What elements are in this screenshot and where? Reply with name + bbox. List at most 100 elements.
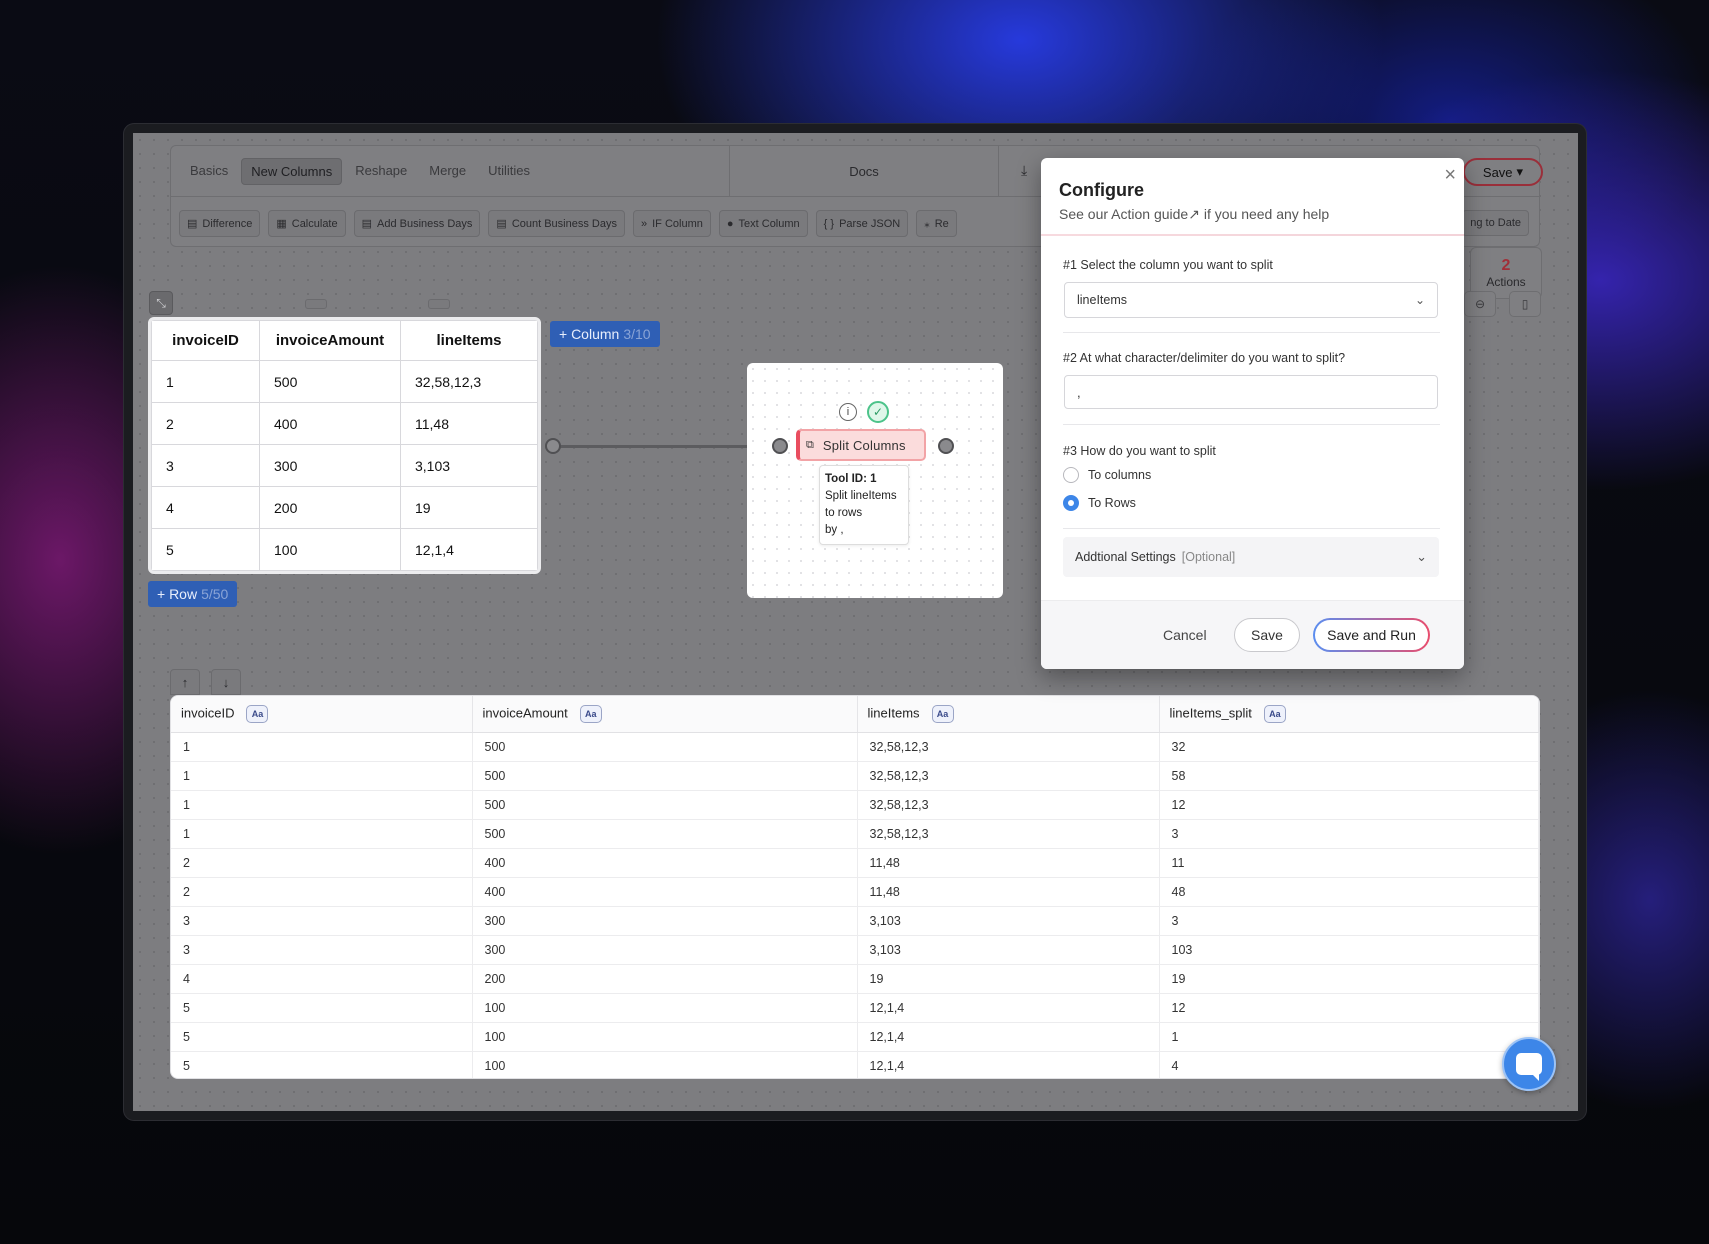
table-cell[interactable]: 3	[1159, 819, 1539, 849]
table-cell[interactable]: 12,1,4	[857, 993, 1160, 1023]
table-cell[interactable]: 12,1,4	[400, 528, 538, 571]
table-cell[interactable]: 200	[472, 964, 858, 994]
action-calculate[interactable]: ▦ Calculate	[268, 210, 346, 237]
info-icon[interactable]: i	[839, 403, 857, 421]
additional-settings-accordion[interactable]: Addtional Settings [Optional] ⌄	[1063, 537, 1439, 577]
table-cell[interactable]: 3	[151, 444, 260, 487]
radio-to-rows[interactable]: To Rows	[1063, 495, 1136, 511]
table-cell[interactable]: 3	[171, 935, 473, 965]
column-handle[interactable]	[305, 299, 327, 309]
add-row-button[interactable]: + Row 5/50	[148, 581, 238, 607]
table-cell[interactable]: 1	[1159, 1022, 1539, 1052]
chat-support-button[interactable]	[1502, 1037, 1556, 1091]
cancel-button[interactable]: Cancel	[1153, 619, 1217, 651]
table-cell[interactable]: 32,58,12,3	[857, 732, 1160, 762]
table-cell[interactable]: 1	[151, 360, 260, 403]
table-cell[interactable]: 500	[472, 819, 858, 849]
tab-reshape[interactable]: Reshape	[346, 158, 416, 185]
column-select[interactable]: lineItems ⌄	[1064, 282, 1438, 318]
arrow-up-icon[interactable]: ↑	[170, 669, 200, 695]
table-cell[interactable]: 500	[259, 360, 401, 403]
table-cell[interactable]: 4	[1159, 1051, 1539, 1078]
table-cell[interactable]: 3,103	[400, 444, 538, 487]
table-cell[interactable]: 100	[472, 1022, 858, 1052]
table-cell[interactable]: 2	[171, 848, 473, 878]
table-cell[interactable]: 19	[400, 486, 538, 529]
map-icon[interactable]: ▯	[1509, 291, 1541, 317]
table-cell[interactable]: 400	[472, 877, 858, 907]
table-cell[interactable]: 32,58,12,3	[857, 790, 1160, 820]
radio-to-columns[interactable]: To columns	[1063, 467, 1151, 483]
arrow-down-icon[interactable]: ↓	[211, 669, 241, 695]
table-cell[interactable]: 4	[151, 486, 260, 529]
action-parse-json[interactable]: { } Parse JSON	[815, 210, 909, 237]
tab-utilities[interactable]: Utilities	[479, 158, 539, 185]
table-cell[interactable]: 500	[472, 732, 858, 762]
action-difference[interactable]: ▤ Difference	[179, 210, 261, 237]
table-cell[interactable]: 2	[151, 402, 260, 445]
action-add-business-days[interactable]: ▤ Add Business Days	[353, 210, 481, 237]
action-string-to-date[interactable]: ng to Date	[1462, 210, 1529, 236]
header-invoiceid[interactable]: invoiceID	[151, 320, 260, 361]
table-cell[interactable]: 100	[259, 528, 401, 571]
results-header[interactable]: invoiceID Aa	[171, 696, 473, 733]
add-column-button[interactable]: + Column 3/10	[550, 321, 660, 347]
tab-basics[interactable]: Basics	[181, 158, 237, 185]
output-port[interactable]	[938, 438, 954, 454]
table-cell[interactable]: 1	[171, 732, 473, 762]
table-cell[interactable]: 400	[472, 848, 858, 878]
save-workflow-button[interactable]: Save ▾	[1463, 158, 1543, 186]
collapse-icon[interactable]: ⤡	[149, 291, 173, 315]
action-count-business-days[interactable]: ▤ Count Business Days	[488, 210, 625, 237]
table-cell[interactable]: 11,48	[400, 402, 538, 445]
table-cell[interactable]: 48	[1159, 877, 1539, 907]
table-cell[interactable]: 32,58,12,3	[857, 761, 1160, 791]
header-invoiceamount[interactable]: invoiceAmount	[259, 320, 401, 361]
table-cell[interactable]: 32,58,12,3	[857, 819, 1160, 849]
table-cell[interactable]: 400	[259, 402, 401, 445]
table-cell[interactable]: 11	[1159, 848, 1539, 878]
table-cell[interactable]: 11,48	[857, 877, 1160, 907]
table-cell[interactable]: 4	[171, 964, 473, 994]
table-cell[interactable]: 300	[472, 906, 858, 936]
action-guide-link[interactable]: Action guide↗	[1111, 206, 1200, 222]
table-cell[interactable]: 500	[472, 790, 858, 820]
tab-merge[interactable]: Merge	[420, 158, 475, 185]
table-cell[interactable]: 19	[857, 964, 1160, 994]
table-cell[interactable]: 5	[171, 1022, 473, 1052]
split-columns-node[interactable]: ⧉ Split Columns	[796, 429, 926, 461]
radio-button[interactable]	[1063, 467, 1079, 483]
table-cell[interactable]: 103	[1159, 935, 1539, 965]
radio-button-selected[interactable]	[1063, 495, 1079, 511]
table-cell[interactable]: 200	[259, 486, 401, 529]
table-cell[interactable]: 100	[472, 1051, 858, 1078]
download-icon[interactable]: ⤓	[1021, 162, 1027, 179]
input-port[interactable]	[772, 438, 788, 454]
table-cell[interactable]: 3	[1159, 906, 1539, 936]
table-cell[interactable]: 12	[1159, 790, 1539, 820]
output-port[interactable]	[545, 438, 561, 454]
table-cell[interactable]: 19	[1159, 964, 1539, 994]
table-cell[interactable]: 300	[472, 935, 858, 965]
column-handle[interactable]	[428, 299, 450, 309]
save-button[interactable]: Save	[1234, 618, 1300, 652]
table-cell[interactable]: 100	[472, 993, 858, 1023]
delimiter-input[interactable]: ,	[1064, 375, 1438, 409]
table-cell[interactable]: 32	[1159, 732, 1539, 762]
docs-link[interactable]: Docs	[729, 146, 999, 196]
table-cell[interactable]: 1	[171, 790, 473, 820]
table-cell[interactable]: 5	[171, 1051, 473, 1078]
save-and-run-button[interactable]: Save and Run	[1313, 618, 1430, 652]
close-icon[interactable]: ×	[1444, 164, 1456, 187]
header-lineitems[interactable]: lineItems	[400, 320, 538, 361]
table-cell[interactable]: 12,1,4	[857, 1022, 1160, 1052]
table-cell[interactable]: 1	[171, 761, 473, 791]
action-if-column[interactable]: » IF Column	[632, 210, 711, 237]
table-cell[interactable]: 11,48	[857, 848, 1160, 878]
results-header[interactable]: invoiceAmount Aa	[472, 696, 858, 733]
table-cell[interactable]: 3,103	[857, 906, 1160, 936]
table-cell[interactable]: 1	[171, 819, 473, 849]
table-cell[interactable]: 500	[472, 761, 858, 791]
table-cell[interactable]: 12	[1159, 993, 1539, 1023]
table-cell[interactable]: 12,1,4	[857, 1051, 1160, 1078]
